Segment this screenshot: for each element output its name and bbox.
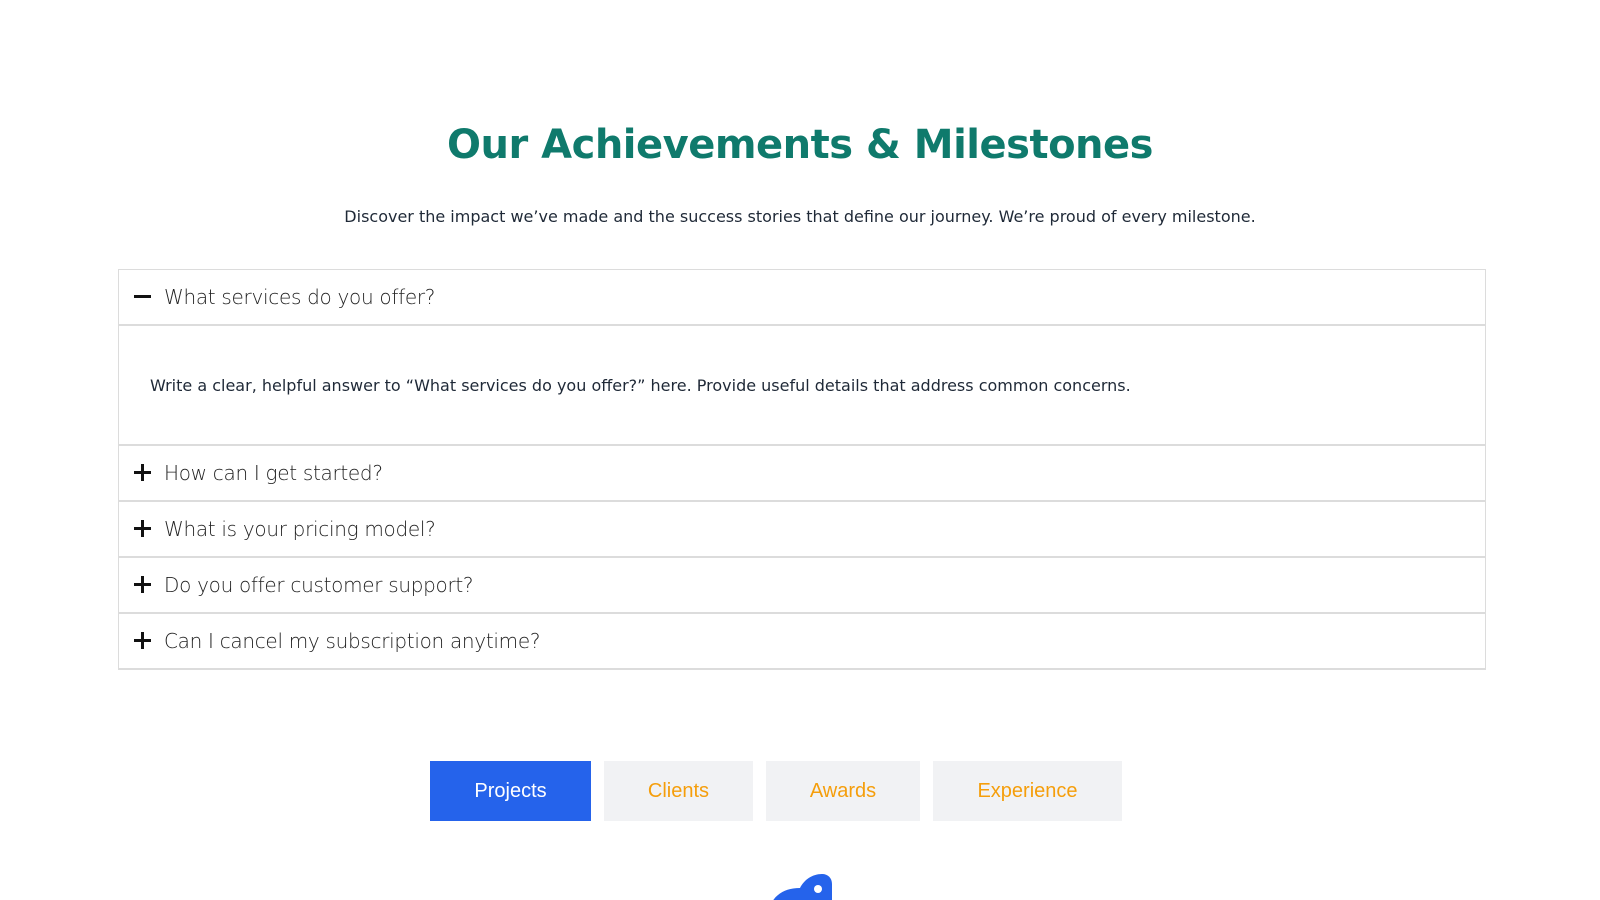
faq-item-cancel: Can I cancel my subscription anytime? — [119, 614, 1485, 670]
section-subtitle: Discover the impact we’ve made and the s… — [344, 207, 1256, 226]
tab-awards[interactable]: Awards — [766, 761, 920, 821]
faq-item-support: Do you offer customer support? — [119, 558, 1485, 614]
faq-header-get-started[interactable]: How can I get started? — [119, 446, 1485, 500]
plus-icon[interactable] — [133, 575, 153, 595]
faq-question: Can I cancel my subscription anytime? — [164, 629, 541, 653]
faq-item-pricing: What is your pricing model? — [119, 502, 1485, 558]
bird-logo-icon — [773, 874, 832, 900]
faq-answer-panel: Write a clear, helpful answer to “What s… — [119, 324, 1485, 444]
faq-header-services[interactable]: What services do you offer? — [119, 270, 1485, 324]
faq-accordion: What services do you offer? Write a clea… — [118, 269, 1486, 670]
plus-icon[interactable] — [133, 463, 153, 483]
plus-icon[interactable] — [133, 519, 153, 539]
faq-question: How can I get started? — [164, 461, 383, 485]
minus-icon[interactable] — [133, 287, 153, 307]
achievement-tabs: Projects Clients Awards Experience — [0, 761, 1600, 821]
faq-item-services: What services do you offer? Write a clea… — [119, 270, 1485, 446]
faq-header-cancel[interactable]: Can I cancel my subscription anytime? — [119, 614, 1485, 668]
faq-question: Do you offer customer support? — [164, 573, 474, 597]
faq-question: What services do you offer? — [164, 285, 436, 309]
faq-question: What is your pricing model? — [164, 517, 436, 541]
tab-experience[interactable]: Experience — [933, 761, 1122, 821]
section-title: Our Achievements & Milestones — [447, 122, 1153, 168]
tab-clients[interactable]: Clients — [604, 761, 753, 821]
tab-projects[interactable]: Projects — [430, 761, 591, 821]
plus-icon[interactable] — [133, 631, 153, 651]
faq-item-get-started: How can I get started? — [119, 446, 1485, 502]
faq-header-support[interactable]: Do you offer customer support? — [119, 558, 1485, 612]
faq-header-pricing[interactable]: What is your pricing model? — [119, 502, 1485, 556]
faq-answer: Write a clear, helpful answer to “What s… — [150, 375, 1131, 395]
